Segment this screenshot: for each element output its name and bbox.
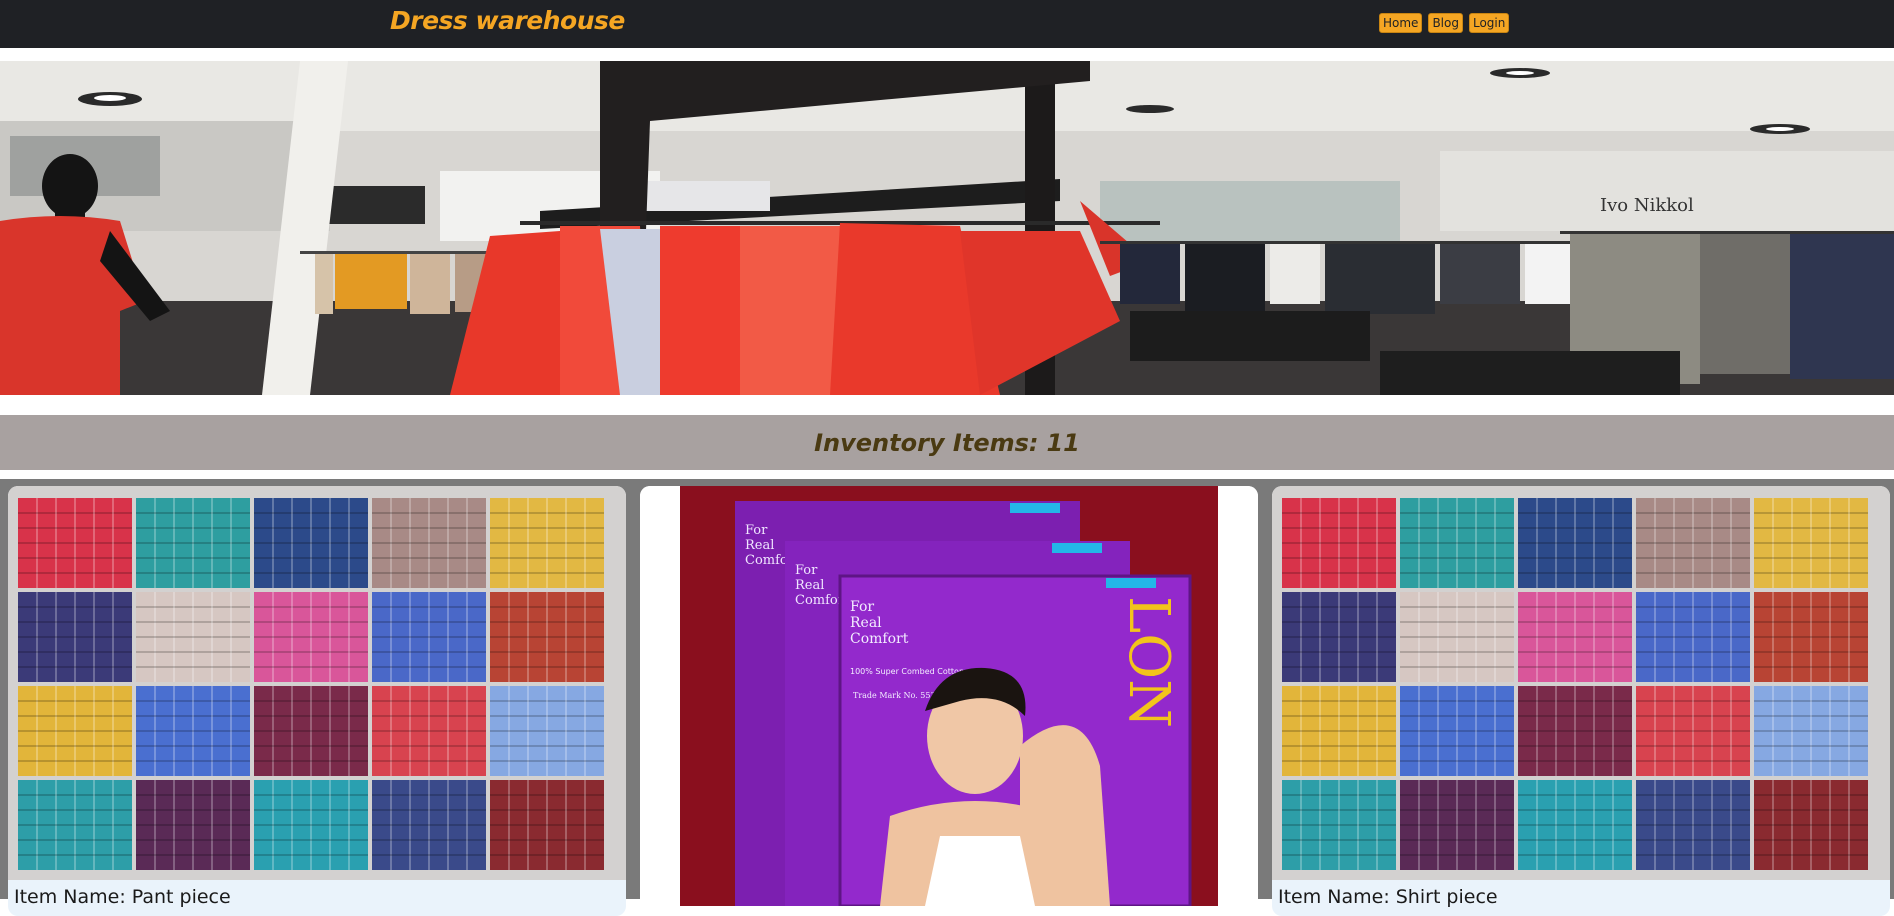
store-sign-text: Ivo Nikkol — [1600, 195, 1694, 216]
box-text: For — [850, 599, 874, 615]
item-name-value: Pant piece — [131, 886, 231, 908]
box-text: For — [745, 523, 768, 538]
product-image — [1272, 486, 1890, 880]
item-name-value: Shirt piece — [1395, 886, 1498, 908]
nav-home-button[interactable]: Home — [1379, 13, 1423, 33]
nav-blog-button[interactable]: Blog — [1428, 13, 1463, 33]
item-name-label: Item Name: — [1278, 886, 1390, 908]
top-navbar: Dress warehouse Home Blog Login — [0, 0, 1894, 48]
inventory-count: 11 — [1046, 428, 1080, 457]
product-card[interactable]: Item Name: Pant piece — [8, 486, 626, 916]
product-caption: Item Name: Pant piece — [8, 880, 626, 916]
inventory-title: Inventory Items: 11 — [814, 429, 1080, 457]
item-name-label: Item Name: — [14, 886, 126, 908]
inventory-heading-bar: Inventory Items: 11 — [0, 415, 1894, 470]
product-image — [8, 486, 626, 880]
inventory-label: Inventory Items: — [814, 428, 1039, 457]
box-text: Real — [850, 615, 882, 631]
box-text: Real — [745, 538, 774, 553]
product-caption: Item Name: Shirt piece — [1272, 880, 1890, 916]
nav-links: Home Blog Login — [1379, 13, 1510, 33]
box-brand-text: LON — [1116, 596, 1181, 728]
product-card[interactable]: For Real Comfort For Real Comfort For Re… — [640, 486, 1258, 916]
box-text: Comfort — [850, 631, 909, 647]
nav-login-button[interactable]: Login — [1468, 13, 1510, 33]
product-grid: Item Name: Pant piece For Real Comfort F… — [0, 479, 1894, 916]
box-text: 100% Super Combed Cotton — [850, 667, 964, 676]
brand-logo[interactable]: Dress warehouse — [390, 6, 625, 35]
hero-banner-image: Ivo Nikkol — [0, 61, 1894, 395]
product-card[interactable]: Item Name: Shirt piece — [1272, 486, 1890, 916]
box-text: Real — [795, 578, 824, 593]
box-text: For — [795, 563, 818, 578]
product-image: For Real Comfort For Real Comfort For Re… — [640, 486, 1258, 906]
